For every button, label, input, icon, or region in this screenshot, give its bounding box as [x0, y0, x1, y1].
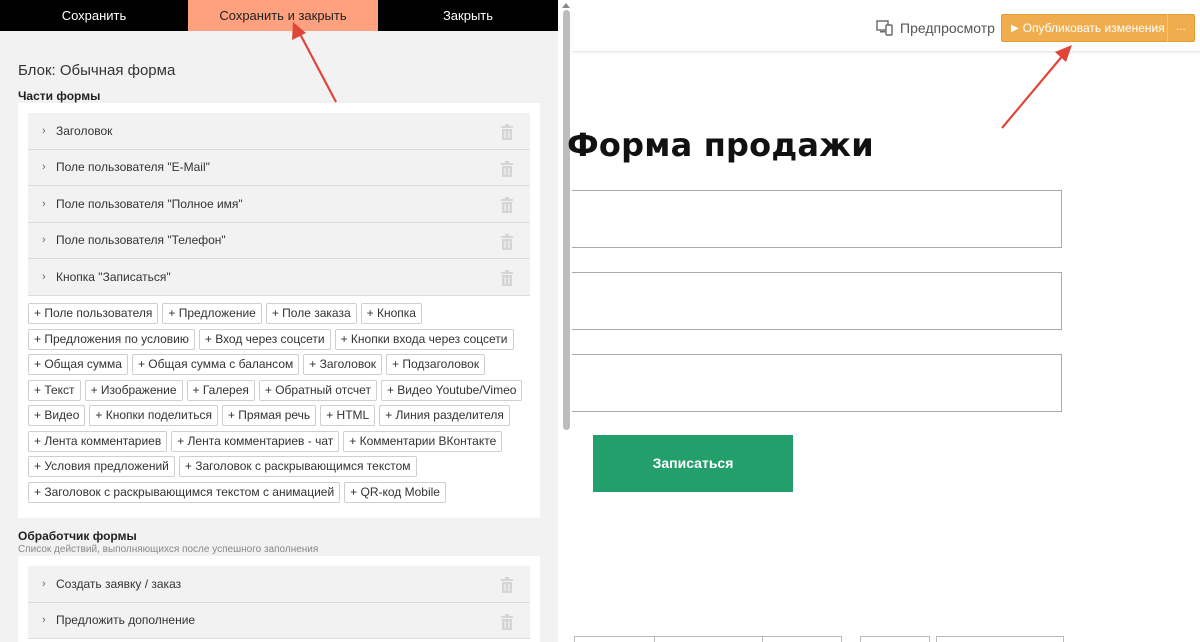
add-total-button[interactable]: + Общая сумма: [28, 354, 128, 375]
add-animated-accordion-button[interactable]: + Заголовок с раскрывающимся текстом с а…: [28, 481, 341, 503]
add-text-button[interactable]: + Текст: [28, 379, 81, 401]
form-part-label: Кнопка "Записаться": [56, 269, 171, 284]
add-offer-terms-button[interactable]: + Условия предложений: [28, 456, 175, 477]
bottom-element: [654, 636, 762, 642]
publish-more-button[interactable]: ...: [1167, 14, 1195, 42]
trash-icon[interactable]: [500, 577, 514, 593]
chevron-right-icon: ›: [42, 577, 46, 590]
trash-icon[interactable]: [500, 270, 514, 286]
form-heading: Форма продажи: [567, 126, 874, 164]
publish-label: Опубликовать изменения: [1022, 21, 1165, 35]
chevron-right-icon: ›: [42, 234, 46, 247]
add-gallery-button[interactable]: + Галерея: [186, 379, 255, 401]
save-button[interactable]: Сохранить: [0, 0, 188, 31]
form-part-heading[interactable]: › Заголовок: [28, 113, 530, 150]
form-part-label: Поле пользователя "Полное имя": [56, 196, 243, 211]
handler-label: Создать заявку / заказ: [56, 576, 182, 591]
email-field[interactable]: [572, 190, 1062, 248]
add-offer-button[interactable]: + Предложение: [162, 303, 262, 324]
annotation-arrow: [1001, 45, 1072, 129]
add-social-login-button[interactable]: + Вход через соцсети: [198, 328, 331, 350]
publish-changes-button[interactable]: ▶ Опубликовать изменения: [1001, 14, 1168, 42]
form-part-label: Заголовок: [56, 123, 113, 138]
add-comments-chat-button[interactable]: + Лента комментариев - чат: [171, 430, 340, 452]
trash-icon[interactable]: [500, 197, 514, 213]
chevron-right-icon: ›: [42, 161, 46, 174]
add-html-button[interactable]: + HTML: [320, 405, 376, 426]
form-part-phone[interactable]: › Поле пользователя "Телефон": [28, 222, 530, 259]
add-youtube-video-button[interactable]: + Видео Youtube/Vimeo: [380, 379, 523, 401]
block-title: Блок: Обычная форма: [18, 62, 176, 79]
play-icon: ▶: [1011, 22, 1019, 34]
form-parts-box: › Заголовок › Поле пользователя "E-Mail"…: [18, 103, 540, 518]
editor-panel: Сохранить Сохранить и закрыть Закрыть Бл…: [0, 0, 558, 642]
add-heading-button[interactable]: + Заголовок: [303, 354, 383, 375]
form-parts-title: Части формы: [18, 89, 101, 103]
add-video-button[interactable]: + Видео: [28, 405, 86, 426]
add-user-field-button[interactable]: + Поле пользователя: [28, 303, 159, 324]
form-parts-list: › Заголовок › Поле пользователя "E-Mail"…: [28, 113, 530, 296]
add-qr-code-button[interactable]: + QR-код Mobile: [344, 481, 446, 503]
add-image-button[interactable]: + Изображение: [84, 379, 183, 401]
preview-label: Предпросмотр: [900, 20, 995, 36]
add-countdown-button[interactable]: + Обратный отсчет: [258, 379, 377, 401]
devices-icon: [876, 20, 893, 36]
add-quote-button[interactable]: + Прямая речь: [221, 405, 317, 426]
form-part-fullname[interactable]: › Поле пользователя "Полное имя": [28, 186, 530, 223]
trash-icon[interactable]: [500, 613, 514, 630]
bottom-element: [762, 636, 842, 642]
form-part-email[interactable]: › Поле пользователя "E-Mail": [28, 149, 530, 186]
chevron-right-icon: ›: [42, 614, 46, 627]
chevron-right-icon: ›: [42, 124, 46, 137]
trash-icon[interactable]: [500, 233, 514, 250]
form-part-label: Поле пользователя "Телефон": [56, 233, 226, 248]
form-handler-title: Обработчик формы: [18, 529, 137, 543]
add-subheading-button[interactable]: + Подзаголовок: [386, 354, 486, 375]
bottom-element: [936, 636, 1064, 642]
submit-button[interactable]: Записаться: [593, 435, 793, 492]
form-handlers-list: › Создать заявку / заказ › Предложить до…: [28, 566, 530, 639]
scroll-up-arrow[interactable]: [561, 1, 571, 9]
editor-tabbar: Сохранить Сохранить и закрыть Закрыть: [0, 0, 558, 31]
close-button[interactable]: Закрыть: [378, 0, 558, 31]
add-accordion-button[interactable]: + Заголовок с раскрывающимся текстом: [178, 456, 417, 477]
phone-field[interactable]: [572, 354, 1062, 412]
add-vk-comments-button[interactable]: + Комментарии ВКонтакте: [343, 430, 503, 452]
trash-icon[interactable]: [500, 160, 514, 177]
handler-upsell[interactable]: › Предложить дополнение: [28, 602, 530, 639]
form-handler-subtitle: Список действий, выполняющихся после усп…: [18, 544, 319, 555]
form-part-label: Поле пользователя "E-Mail": [56, 160, 210, 175]
add-social-login-buttons-button[interactable]: + Кнопки входа через соцсети: [334, 328, 514, 350]
chevron-right-icon: ›: [42, 197, 46, 210]
add-share-buttons-button[interactable]: + Кнопки поделиться: [89, 405, 218, 426]
add-total-balance-button[interactable]: + Общая сумма с балансом: [131, 354, 300, 375]
add-conditional-offers-button[interactable]: + Предложения по условию: [28, 328, 195, 350]
preview-button[interactable]: Предпросмотр: [876, 18, 995, 38]
editor-scrollbar[interactable]: [563, 10, 570, 430]
add-comments-feed-button[interactable]: + Лента комментариев: [28, 430, 168, 452]
add-divider-button[interactable]: + Линия разделителя: [379, 405, 510, 426]
trash-icon[interactable]: [500, 124, 514, 140]
bottom-element: [574, 636, 654, 642]
bottom-element: [860, 636, 930, 642]
handler-label: Предложить дополнение: [56, 613, 196, 628]
add-order-field-button[interactable]: + Поле заказа: [265, 303, 357, 324]
form-handlers-box: › Создать заявку / заказ › Предложить до…: [18, 556, 540, 642]
add-button-button[interactable]: + Кнопка: [360, 303, 422, 324]
form-part-button[interactable]: › Кнопка "Записаться": [28, 259, 530, 296]
fullname-field[interactable]: [572, 272, 1062, 330]
add-part-buttons: + Поле пользователя + Предложение + Поле…: [28, 303, 533, 507]
save-and-close-button[interactable]: Сохранить и закрыть: [188, 0, 378, 31]
chevron-right-icon: ›: [42, 270, 46, 283]
handler-create-order[interactable]: › Создать заявку / заказ: [28, 566, 530, 603]
